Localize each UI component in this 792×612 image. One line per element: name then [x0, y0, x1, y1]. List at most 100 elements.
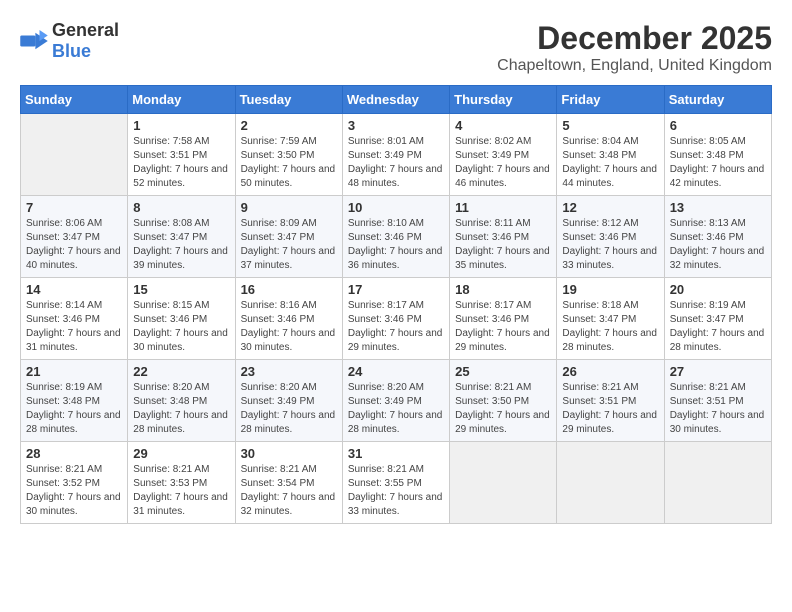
day-number: 24	[348, 364, 444, 379]
calendar-cell: 12Sunrise: 8:12 AMSunset: 3:46 PMDayligh…	[557, 196, 664, 278]
cell-sun-info: Sunrise: 8:06 AMSunset: 3:47 PMDaylight:…	[26, 217, 122, 273]
day-number: 7	[26, 200, 122, 215]
calendar-cell: 13Sunrise: 8:13 AMSunset: 3:46 PMDayligh…	[664, 196, 771, 278]
calendar-week-row: 28Sunrise: 8:21 AMSunset: 3:52 PMDayligh…	[21, 442, 772, 524]
day-number: 23	[241, 364, 337, 379]
day-number: 11	[455, 200, 551, 215]
day-number: 25	[455, 364, 551, 379]
calendar-cell: 9 Sunrise: 8:09 AMSunset: 3:47 PMDaylight…	[235, 196, 342, 278]
cell-sun-info: Sunrise: 8:21 AMSunset: 3:54 PMDaylight:…	[241, 463, 337, 519]
day-number: 31	[348, 446, 444, 461]
day-number: 9	[241, 200, 337, 215]
calendar-cell: 19 Sunrise: 8:18 AMSunset: 3:47 PMDayligh…	[557, 278, 664, 360]
cell-sun-info: Sunrise: 8:17 AMSunset: 3:46 PMDaylight:…	[455, 299, 551, 355]
cell-sun-info: Sunrise: 8:09 AMSunset: 3:47 PMDaylight:…	[241, 217, 337, 273]
calendar-week-row: 14 Sunrise: 8:14 AMSunset: 3:46 PMDayligh…	[21, 278, 772, 360]
cell-sun-info: Sunrise: 8:10 AMSunset: 3:46 PMDaylight:…	[348, 217, 444, 273]
day-number: 18	[455, 282, 551, 297]
day-number: 8	[133, 200, 229, 215]
day-header-monday: Monday	[128, 86, 235, 114]
calendar-cell: 26Sunrise: 8:21 AMSunset: 3:51 PMDayligh…	[557, 360, 664, 442]
day-number: 15	[133, 282, 229, 297]
calendar-cell: 6 Sunrise: 8:05 AMSunset: 3:48 PMDaylight…	[664, 114, 771, 196]
calendar-cell	[664, 442, 771, 524]
calendar-cell: 25 Sunrise: 8:21 AMSunset: 3:50 PMDayligh…	[450, 360, 557, 442]
calendar-cell: 24 Sunrise: 8:20 AMSunset: 3:49 PMDayligh…	[342, 360, 449, 442]
calendar-cell: 7 Sunrise: 8:06 AMSunset: 3:47 PMDaylight…	[21, 196, 128, 278]
day-number: 20	[670, 282, 766, 297]
cell-sun-info: Sunrise: 8:14 AMSunset: 3:46 PMDaylight:…	[26, 299, 122, 355]
day-number: 5	[562, 118, 658, 133]
cell-sun-info: Sunrise: 8:05 AMSunset: 3:48 PMDaylight:…	[670, 135, 766, 191]
calendar-cell	[450, 442, 557, 524]
cell-sun-info: Sunrise: 8:20 AMSunset: 3:49 PMDaylight:…	[348, 381, 444, 437]
day-number: 12	[562, 200, 658, 215]
calendar-cell: 28Sunrise: 8:21 AMSunset: 3:52 PMDayligh…	[21, 442, 128, 524]
calendar-week-row: 1 Sunrise: 7:58 AMSunset: 3:51 PMDaylight…	[21, 114, 772, 196]
cell-sun-info: Sunrise: 8:20 AMSunset: 3:49 PMDaylight:…	[241, 381, 337, 437]
calendar-cell: 30 Sunrise: 8:21 AMSunset: 3:54 PMDayligh…	[235, 442, 342, 524]
day-number: 10	[348, 200, 444, 215]
day-header-tuesday: Tuesday	[235, 86, 342, 114]
day-number: 30	[241, 446, 337, 461]
day-number: 16	[241, 282, 337, 297]
calendar-cell	[557, 442, 664, 524]
page-header: General Blue December 2025 Chapeltown, E…	[20, 20, 772, 75]
calendar-table: SundayMondayTuesdayWednesdayThursdayFrid…	[20, 85, 772, 524]
calendar-cell: 5 Sunrise: 8:04 AMSunset: 3:48 PMDaylight…	[557, 114, 664, 196]
cell-sun-info: Sunrise: 8:15 AMSunset: 3:46 PMDaylight:…	[133, 299, 229, 355]
calendar-cell: 3Sunrise: 8:01 AMSunset: 3:49 PMDaylight…	[342, 114, 449, 196]
calendar-cell: 31 Sunrise: 8:21 AMSunset: 3:55 PMDayligh…	[342, 442, 449, 524]
cell-sun-info: Sunrise: 8:08 AMSunset: 3:47 PMDaylight:…	[133, 217, 229, 273]
calendar-cell: 14 Sunrise: 8:14 AMSunset: 3:46 PMDayligh…	[21, 278, 128, 360]
calendar-cell: 27 Sunrise: 8:21 AMSunset: 3:51 PMDayligh…	[664, 360, 771, 442]
day-number: 27	[670, 364, 766, 379]
calendar-cell: 10 Sunrise: 8:10 AMSunset: 3:46 PMDayligh…	[342, 196, 449, 278]
calendar-cell: 21 Sunrise: 8:19 AMSunset: 3:48 PMDayligh…	[21, 360, 128, 442]
calendar-week-row: 21 Sunrise: 8:19 AMSunset: 3:48 PMDayligh…	[21, 360, 772, 442]
cell-sun-info: Sunrise: 8:21 AMSunset: 3:51 PMDaylight:…	[670, 381, 766, 437]
cell-sun-info: Sunrise: 8:04 AMSunset: 3:48 PMDaylight:…	[562, 135, 658, 191]
cell-sun-info: Sunrise: 8:18 AMSunset: 3:47 PMDaylight:…	[562, 299, 658, 355]
day-number: 17	[348, 282, 444, 297]
calendar-cell: 16 Sunrise: 8:16 AMSunset: 3:46 PMDayligh…	[235, 278, 342, 360]
calendar-week-row: 7 Sunrise: 8:06 AMSunset: 3:47 PMDaylight…	[21, 196, 772, 278]
cell-sun-info: Sunrise: 8:20 AMSunset: 3:48 PMDaylight:…	[133, 381, 229, 437]
cell-sun-info: Sunrise: 8:02 AMSunset: 3:49 PMDaylight:…	[455, 135, 551, 191]
day-number: 29	[133, 446, 229, 461]
cell-sun-info: Sunrise: 8:21 AMSunset: 3:50 PMDaylight:…	[455, 381, 551, 437]
logo-icon	[20, 30, 48, 52]
day-number: 13	[670, 200, 766, 215]
cell-sun-info: Sunrise: 8:21 AMSunset: 3:51 PMDaylight:…	[562, 381, 658, 437]
calendar-cell: 23 Sunrise: 8:20 AMSunset: 3:49 PMDayligh…	[235, 360, 342, 442]
calendar-cell: 20 Sunrise: 8:19 AMSunset: 3:47 PMDayligh…	[664, 278, 771, 360]
day-header-thursday: Thursday	[450, 86, 557, 114]
day-number: 4	[455, 118, 551, 133]
calendar-cell	[21, 114, 128, 196]
day-number: 1	[133, 118, 229, 133]
day-number: 14	[26, 282, 122, 297]
calendar-cell: 29 Sunrise: 8:21 AMSunset: 3:53 PMDayligh…	[128, 442, 235, 524]
calendar-cell: 8 Sunrise: 8:08 AMSunset: 3:47 PMDaylight…	[128, 196, 235, 278]
day-number: 6	[670, 118, 766, 133]
cell-sun-info: Sunrise: 8:19 AMSunset: 3:48 PMDaylight:…	[26, 381, 122, 437]
calendar-cell: 22Sunrise: 8:20 AMSunset: 3:48 PMDayligh…	[128, 360, 235, 442]
cell-sun-info: Sunrise: 7:58 AMSunset: 3:51 PMDaylight:…	[133, 135, 229, 191]
cell-sun-info: Sunrise: 8:21 AMSunset: 3:52 PMDaylight:…	[26, 463, 122, 519]
day-number: 2	[241, 118, 337, 133]
cell-sun-info: Sunrise: 8:21 AMSunset: 3:53 PMDaylight:…	[133, 463, 229, 519]
calendar-cell: 11Sunrise: 8:11 AMSunset: 3:46 PMDayligh…	[450, 196, 557, 278]
month-title: December 2025	[497, 20, 772, 57]
logo-text-general: General	[52, 20, 119, 40]
cell-sun-info: Sunrise: 8:01 AMSunset: 3:49 PMDaylight:…	[348, 135, 444, 191]
day-header-friday: Friday	[557, 86, 664, 114]
day-number: 19	[562, 282, 658, 297]
cell-sun-info: Sunrise: 8:16 AMSunset: 3:46 PMDaylight:…	[241, 299, 337, 355]
logo: General Blue	[20, 20, 119, 62]
calendar-cell: 15 Sunrise: 8:15 AMSunset: 3:46 PMDayligh…	[128, 278, 235, 360]
cell-sun-info: Sunrise: 8:19 AMSunset: 3:47 PMDaylight:…	[670, 299, 766, 355]
calendar-cell: 2Sunrise: 7:59 AMSunset: 3:50 PMDaylight…	[235, 114, 342, 196]
day-number: 21	[26, 364, 122, 379]
cell-sun-info: Sunrise: 8:17 AMSunset: 3:46 PMDaylight:…	[348, 299, 444, 355]
cell-sun-info: Sunrise: 8:21 AMSunset: 3:55 PMDaylight:…	[348, 463, 444, 519]
